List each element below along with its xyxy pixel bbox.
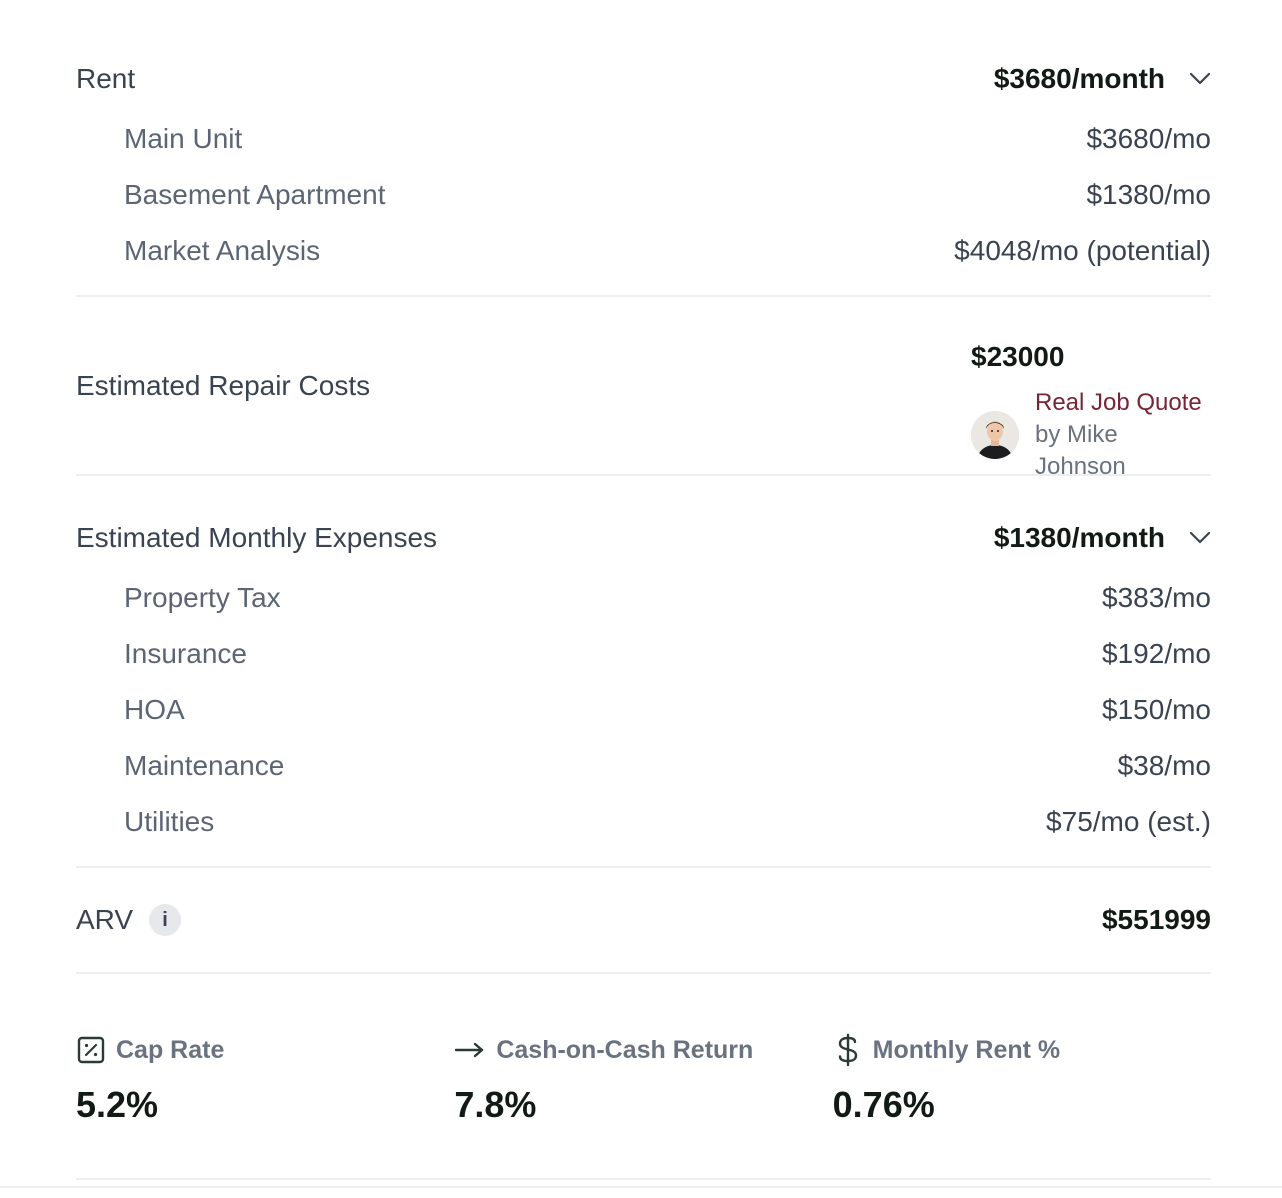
metric-label-wrap: Monthly Rent %	[833, 1033, 1211, 1067]
metric-cap-rate: Cap Rate 5.2%	[76, 1034, 454, 1174]
metrics-section: Cap Rate 5.2% Cash-on-Cash Return 7.8% M…	[76, 974, 1211, 1174]
avatar[interactable]	[971, 411, 1019, 459]
arv-value: $551999	[1101, 904, 1211, 935]
rent-item-value: $3680/mo	[1086, 123, 1211, 154]
info-icon[interactable]: i	[149, 904, 182, 936]
repair-details: $23000 Real Job Quote by Mike Johnson	[971, 339, 1211, 483]
financial-summary: Rent $3680/month Main Unit $3680/mo Base…	[76, 0, 1211, 1174]
expenses-breakdown: Property Tax $383/mo Insurance $192/mo H…	[76, 570, 1211, 866]
expenses-label: Estimated Monthly Expenses	[76, 522, 438, 553]
rent-item-value: $1380/mo	[1086, 179, 1211, 210]
expense-item-maintenance: Maintenance $38/mo	[76, 738, 1211, 794]
expense-item-value: $75/mo (est.)	[1046, 806, 1211, 837]
arrow-right-icon	[454, 1035, 486, 1065]
rent-breakdown: Main Unit $3680/mo Basement Apartment $1…	[76, 111, 1211, 295]
metric-value: 0.76%	[832, 1084, 935, 1125]
dollar-icon	[833, 1033, 863, 1067]
repair-amount: $23000	[971, 341, 1065, 372]
arv-label: ARV	[76, 904, 134, 935]
rent-total-wrap: $3680/month	[994, 63, 1211, 95]
metric-label-wrap: Cap Rate	[76, 1034, 454, 1066]
rent-item-basement-apartment: Basement Apartment $1380/mo	[76, 167, 1211, 223]
real-job-quote-link[interactable]: Real Job Quote	[1035, 387, 1211, 419]
page-divider	[0, 1186, 1282, 1188]
metric-label-wrap: Cash-on-Cash Return	[454, 1034, 832, 1066]
metric-label: Monthly Rent %	[872, 1035, 1061, 1064]
expense-item-hoa: HOA $150/mo	[76, 682, 1211, 738]
rent-item-main-unit: Main Unit $3680/mo	[76, 111, 1211, 167]
expense-item-value: $383/mo	[1102, 582, 1211, 613]
expenses-total-wrap: $1380/month	[994, 522, 1211, 554]
expenses-section: Estimated Monthly Expenses $1380/month P…	[76, 476, 1211, 866]
metric-value: 7.8%	[454, 1084, 537, 1125]
expense-item-insurance: Insurance $192/mo	[76, 626, 1211, 682]
expense-item-label: Insurance	[124, 638, 247, 669]
percent-square-icon	[76, 1035, 106, 1065]
rent-item-label: Main Unit	[124, 123, 243, 154]
rent-item-label: Basement Apartment	[124, 179, 386, 210]
expenses-header[interactable]: Estimated Monthly Expenses $1380/month	[76, 514, 1211, 562]
quote-author: by Mike Johnson	[1035, 421, 1126, 480]
metric-cash-on-cash-return: Cash-on-Cash Return 7.8%	[454, 1034, 832, 1174]
repair-section: Estimated Repair Costs $23000 Real Job Q…	[76, 297, 1211, 480]
expense-item-label: HOA	[124, 694, 185, 725]
expense-item-value: $192/mo	[1102, 638, 1211, 669]
arv-section: ARV i $551999	[76, 868, 1211, 972]
divider	[76, 1178, 1211, 1180]
chevron-down-icon[interactable]	[1165, 531, 1211, 545]
rent-section: Rent $3680/month Main Unit $3680/mo Base…	[76, 0, 1211, 295]
rent-label: Rent	[76, 63, 136, 94]
chevron-down-icon[interactable]	[1165, 72, 1211, 86]
metric-label: Cap Rate	[116, 1035, 225, 1064]
rent-item-market-analysis: Market Analysis $4048/mo (potential)	[76, 223, 1211, 279]
rent-header[interactable]: Rent $3680/month	[76, 55, 1211, 103]
expenses-total: $1380/month	[993, 522, 1165, 553]
expense-item-utilities: Utilities $75/mo (est.)	[76, 794, 1211, 850]
arv-label-wrap: ARV i	[76, 904, 182, 936]
expense-item-property-tax: Property Tax $383/mo	[76, 570, 1211, 626]
repair-label: Estimated Repair Costs	[76, 369, 371, 401]
contractor-quote: Real Job Quote by Mike Johnson	[971, 387, 1211, 483]
metric-value: 5.2%	[76, 1084, 159, 1125]
expense-item-label: Property Tax	[124, 582, 281, 613]
expense-item-label: Maintenance	[124, 750, 285, 781]
rent-item-value: $4048/mo (potential)	[954, 235, 1211, 266]
rent-item-label: Market Analysis	[124, 235, 321, 266]
quote-text: Real Job Quote by Mike Johnson	[1035, 387, 1211, 483]
expense-item-value: $150/mo	[1102, 694, 1211, 725]
metric-label: Cash-on-Cash Return	[496, 1035, 754, 1064]
expense-item-value: $38/mo	[1117, 750, 1211, 781]
metric-monthly-rent-percent: Monthly Rent % 0.76%	[832, 1033, 1211, 1174]
rent-total: $3680/month	[993, 63, 1165, 94]
expense-item-label: Utilities	[124, 806, 215, 837]
